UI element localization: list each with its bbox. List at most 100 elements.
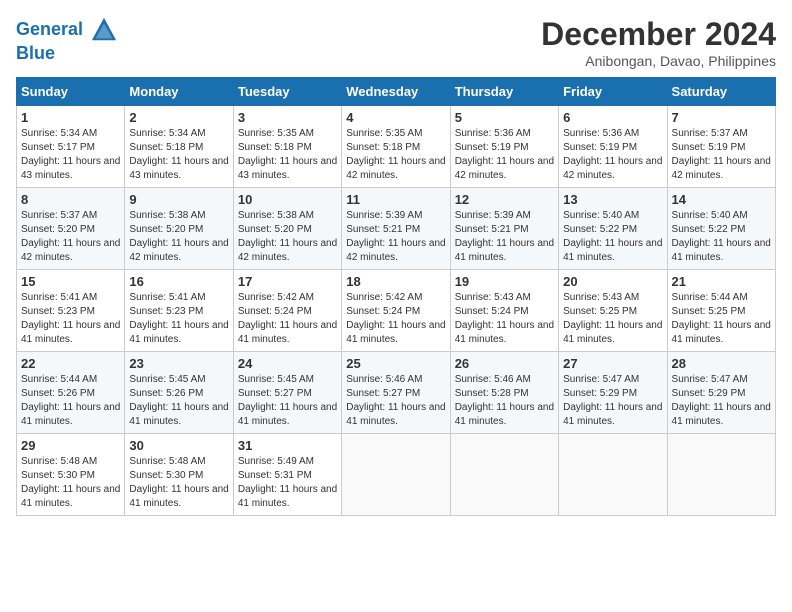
calendar-row: 8 Sunrise: 5:37 AM Sunset: 5:20 PM Dayli… (17, 188, 776, 270)
cell-info: Sunrise: 5:40 AM Sunset: 5:22 PM Dayligh… (563, 209, 662, 265)
cell-info: Sunrise: 5:41 AM Sunset: 5:23 PM Dayligh… (129, 291, 228, 347)
calendar-cell: 18 Sunrise: 5:42 AM Sunset: 5:24 PM Dayl… (342, 270, 450, 352)
calendar-cell: 8 Sunrise: 5:37 AM Sunset: 5:20 PM Dayli… (17, 188, 125, 270)
cell-info: Sunrise: 5:47 AM Sunset: 5:29 PM Dayligh… (563, 373, 662, 429)
day-number: 24 (238, 356, 337, 371)
calendar-cell: 30 Sunrise: 5:48 AM Sunset: 5:30 PM Dayl… (125, 434, 233, 516)
day-number: 11 (346, 192, 445, 207)
day-number: 27 (563, 356, 662, 371)
col-friday: Friday (559, 78, 667, 106)
calendar-cell: 28 Sunrise: 5:47 AM Sunset: 5:29 PM Dayl… (667, 352, 775, 434)
cell-info: Sunrise: 5:34 AM Sunset: 5:18 PM Dayligh… (129, 127, 228, 183)
cell-info: Sunrise: 5:45 AM Sunset: 5:27 PM Dayligh… (238, 373, 337, 429)
day-number: 20 (563, 274, 662, 289)
day-number: 10 (238, 192, 337, 207)
calendar-row: 22 Sunrise: 5:44 AM Sunset: 5:26 PM Dayl… (17, 352, 776, 434)
day-number: 28 (672, 356, 771, 371)
col-thursday: Thursday (450, 78, 558, 106)
calendar-table: Sunday Monday Tuesday Wednesday Thursday… (16, 77, 776, 516)
title-area: December 2024 Anibongan, Davao, Philippi… (541, 16, 776, 69)
col-saturday: Saturday (667, 78, 775, 106)
cell-info: Sunrise: 5:37 AM Sunset: 5:19 PM Dayligh… (672, 127, 771, 183)
cell-info: Sunrise: 5:44 AM Sunset: 5:25 PM Dayligh… (672, 291, 771, 347)
cell-info: Sunrise: 5:42 AM Sunset: 5:24 PM Dayligh… (238, 291, 337, 347)
cell-info: Sunrise: 5:35 AM Sunset: 5:18 PM Dayligh… (238, 127, 337, 183)
logo-text2: Blue (16, 44, 118, 64)
cell-info: Sunrise: 5:41 AM Sunset: 5:23 PM Dayligh… (21, 291, 120, 347)
day-number: 9 (129, 192, 228, 207)
calendar-cell: 3 Sunrise: 5:35 AM Sunset: 5:18 PM Dayli… (233, 106, 341, 188)
calendar-cell: 13 Sunrise: 5:40 AM Sunset: 5:22 PM Dayl… (559, 188, 667, 270)
calendar-cell: 22 Sunrise: 5:44 AM Sunset: 5:26 PM Dayl… (17, 352, 125, 434)
day-number: 29 (21, 438, 120, 453)
day-number: 13 (563, 192, 662, 207)
calendar-cell: 5 Sunrise: 5:36 AM Sunset: 5:19 PM Dayli… (450, 106, 558, 188)
calendar-cell: 17 Sunrise: 5:42 AM Sunset: 5:24 PM Dayl… (233, 270, 341, 352)
calendar-cell: 23 Sunrise: 5:45 AM Sunset: 5:26 PM Dayl… (125, 352, 233, 434)
calendar-cell (667, 434, 775, 516)
cell-info: Sunrise: 5:36 AM Sunset: 5:19 PM Dayligh… (563, 127, 662, 183)
calendar-cell (559, 434, 667, 516)
calendar-cell: 21 Sunrise: 5:44 AM Sunset: 5:25 PM Dayl… (667, 270, 775, 352)
cell-info: Sunrise: 5:40 AM Sunset: 5:22 PM Dayligh… (672, 209, 771, 265)
calendar-cell: 12 Sunrise: 5:39 AM Sunset: 5:21 PM Dayl… (450, 188, 558, 270)
cell-info: Sunrise: 5:43 AM Sunset: 5:25 PM Dayligh… (563, 291, 662, 347)
calendar-cell: 20 Sunrise: 5:43 AM Sunset: 5:25 PM Dayl… (559, 270, 667, 352)
cell-info: Sunrise: 5:38 AM Sunset: 5:20 PM Dayligh… (129, 209, 228, 265)
cell-info: Sunrise: 5:37 AM Sunset: 5:20 PM Dayligh… (21, 209, 120, 265)
calendar-cell: 2 Sunrise: 5:34 AM Sunset: 5:18 PM Dayli… (125, 106, 233, 188)
calendar-cell: 25 Sunrise: 5:46 AM Sunset: 5:27 PM Dayl… (342, 352, 450, 434)
calendar-cell (450, 434, 558, 516)
cell-info: Sunrise: 5:45 AM Sunset: 5:26 PM Dayligh… (129, 373, 228, 429)
calendar-cell: 11 Sunrise: 5:39 AM Sunset: 5:21 PM Dayl… (342, 188, 450, 270)
day-number: 17 (238, 274, 337, 289)
cell-info: Sunrise: 5:46 AM Sunset: 5:28 PM Dayligh… (455, 373, 554, 429)
day-number: 7 (672, 110, 771, 125)
calendar-cell: 29 Sunrise: 5:48 AM Sunset: 5:30 PM Dayl… (17, 434, 125, 516)
cell-info: Sunrise: 5:44 AM Sunset: 5:26 PM Dayligh… (21, 373, 120, 429)
calendar-cell: 31 Sunrise: 5:49 AM Sunset: 5:31 PM Dayl… (233, 434, 341, 516)
day-number: 2 (129, 110, 228, 125)
day-number: 31 (238, 438, 337, 453)
cell-info: Sunrise: 5:43 AM Sunset: 5:24 PM Dayligh… (455, 291, 554, 347)
header: General Blue December 2024 Anibongan, Da… (16, 16, 776, 69)
calendar-row: 29 Sunrise: 5:48 AM Sunset: 5:30 PM Dayl… (17, 434, 776, 516)
calendar-cell: 9 Sunrise: 5:38 AM Sunset: 5:20 PM Dayli… (125, 188, 233, 270)
calendar-cell: 15 Sunrise: 5:41 AM Sunset: 5:23 PM Dayl… (17, 270, 125, 352)
calendar-cell: 4 Sunrise: 5:35 AM Sunset: 5:18 PM Dayli… (342, 106, 450, 188)
calendar-cell: 1 Sunrise: 5:34 AM Sunset: 5:17 PM Dayli… (17, 106, 125, 188)
day-number: 14 (672, 192, 771, 207)
day-number: 3 (238, 110, 337, 125)
calendar-row: 1 Sunrise: 5:34 AM Sunset: 5:17 PM Dayli… (17, 106, 776, 188)
day-number: 1 (21, 110, 120, 125)
day-number: 18 (346, 274, 445, 289)
cell-info: Sunrise: 5:35 AM Sunset: 5:18 PM Dayligh… (346, 127, 445, 183)
day-number: 16 (129, 274, 228, 289)
calendar-cell: 14 Sunrise: 5:40 AM Sunset: 5:22 PM Dayl… (667, 188, 775, 270)
cell-info: Sunrise: 5:48 AM Sunset: 5:30 PM Dayligh… (21, 455, 120, 511)
day-number: 12 (455, 192, 554, 207)
calendar-cell: 26 Sunrise: 5:46 AM Sunset: 5:28 PM Dayl… (450, 352, 558, 434)
header-row: Sunday Monday Tuesday Wednesday Thursday… (17, 78, 776, 106)
logo-text: General (16, 16, 118, 44)
cell-info: Sunrise: 5:39 AM Sunset: 5:21 PM Dayligh… (455, 209, 554, 265)
cell-info: Sunrise: 5:46 AM Sunset: 5:27 PM Dayligh… (346, 373, 445, 429)
cell-info: Sunrise: 5:42 AM Sunset: 5:24 PM Dayligh… (346, 291, 445, 347)
day-number: 23 (129, 356, 228, 371)
day-number: 19 (455, 274, 554, 289)
day-number: 21 (672, 274, 771, 289)
cell-info: Sunrise: 5:39 AM Sunset: 5:21 PM Dayligh… (346, 209, 445, 265)
col-sunday: Sunday (17, 78, 125, 106)
calendar-cell: 7 Sunrise: 5:37 AM Sunset: 5:19 PM Dayli… (667, 106, 775, 188)
col-monday: Monday (125, 78, 233, 106)
cell-info: Sunrise: 5:48 AM Sunset: 5:30 PM Dayligh… (129, 455, 228, 511)
day-number: 25 (346, 356, 445, 371)
day-number: 22 (21, 356, 120, 371)
day-number: 15 (21, 274, 120, 289)
cell-info: Sunrise: 5:36 AM Sunset: 5:19 PM Dayligh… (455, 127, 554, 183)
calendar-cell (342, 434, 450, 516)
calendar-cell: 24 Sunrise: 5:45 AM Sunset: 5:27 PM Dayl… (233, 352, 341, 434)
day-number: 6 (563, 110, 662, 125)
cell-info: Sunrise: 5:38 AM Sunset: 5:20 PM Dayligh… (238, 209, 337, 265)
cell-info: Sunrise: 5:47 AM Sunset: 5:29 PM Dayligh… (672, 373, 771, 429)
